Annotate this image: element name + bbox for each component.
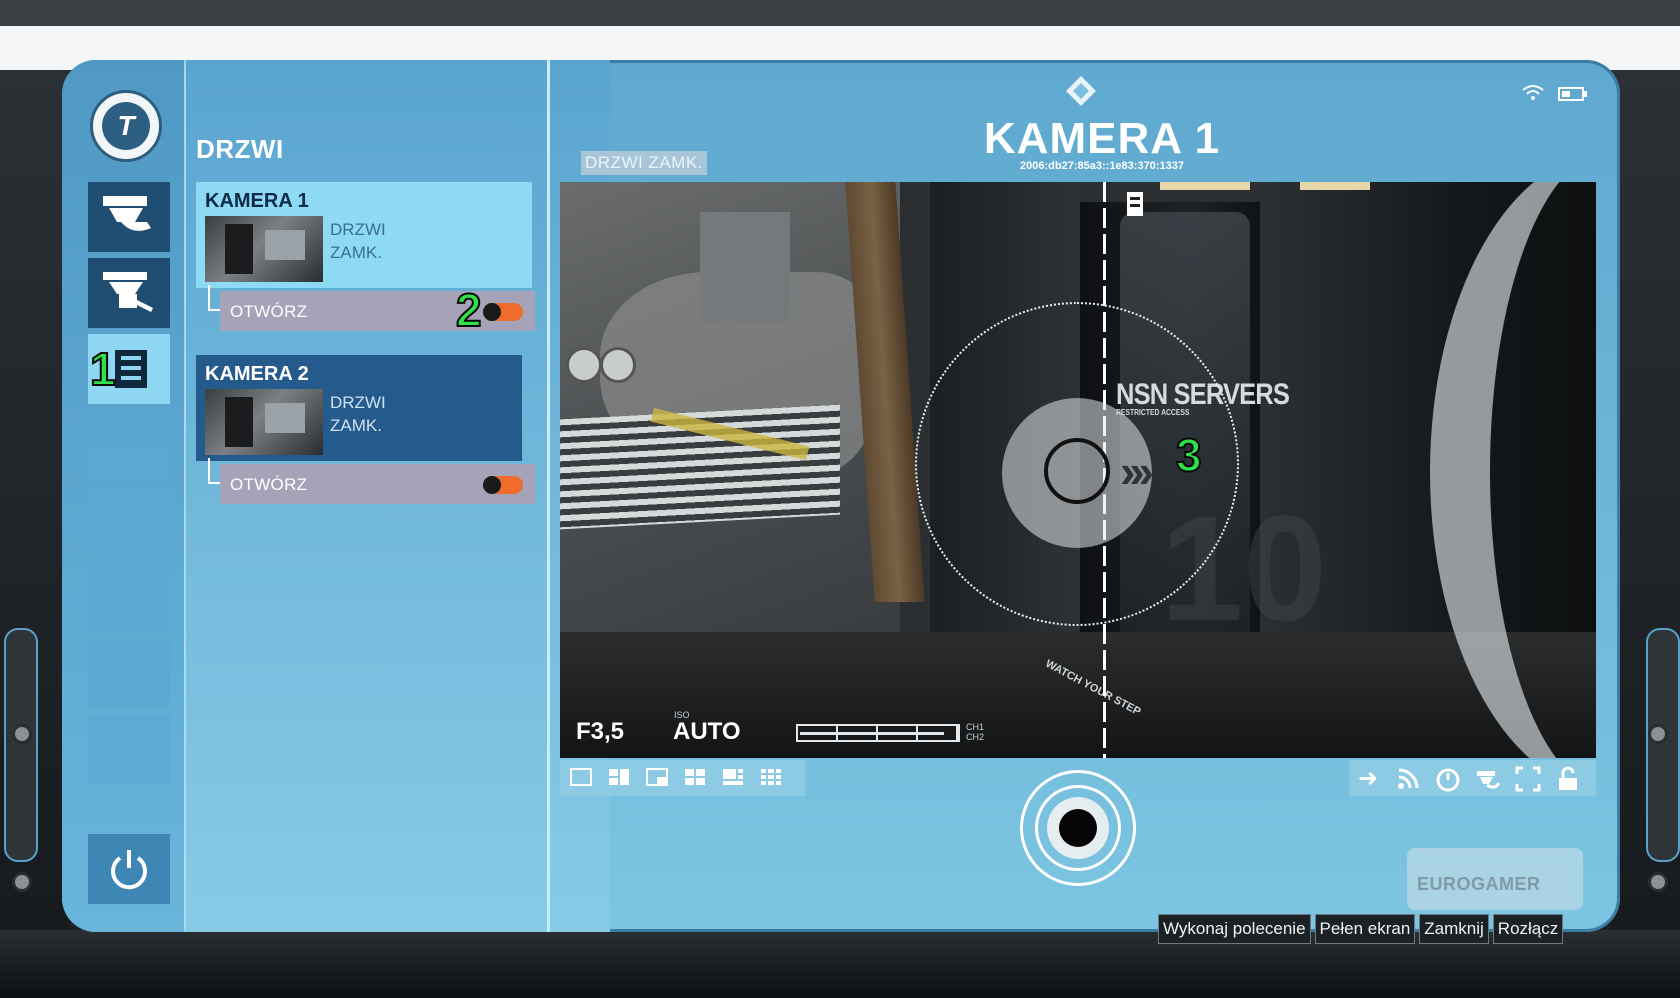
- lock-icon[interactable]: [1555, 766, 1581, 792]
- timer-icon[interactable]: [1435, 766, 1461, 792]
- door-open-row-2: OTWÓRZ: [208, 458, 535, 504]
- door-status-tag: DRZWI ZAMK.: [581, 151, 707, 175]
- layout-2-icon[interactable]: [608, 768, 630, 786]
- capture-button[interactable]: [1020, 770, 1136, 886]
- camera-thumbnail: [205, 216, 323, 282]
- door-open-label: OTWÓRZ: [230, 475, 308, 494]
- camera-card-1[interactable]: KAMERA 1 DRZWI ZAMK.: [196, 182, 532, 288]
- door-open-label: OTWÓRZ: [230, 302, 308, 321]
- background-top: [0, 0, 1680, 26]
- tf-logo-icon: T: [90, 90, 162, 162]
- watermark: EUROGAMER: [1407, 848, 1583, 910]
- screw-icon: [1648, 724, 1668, 744]
- rss-icon[interactable]: [1395, 766, 1421, 792]
- camera-card-2[interactable]: KAMERA 2 DRZWI ZAMK.: [196, 355, 522, 461]
- camera-icon: [103, 196, 151, 231]
- camera-rotate-icon[interactable]: [1475, 766, 1501, 792]
- disconnect-button[interactable]: Rozłącz: [1492, 914, 1564, 944]
- sidebar-item-empty[interactable]: [88, 714, 170, 784]
- diamond-logo-icon: [1066, 76, 1096, 106]
- camera-actions-toolbar: ➜: [1349, 760, 1596, 796]
- divider: [547, 60, 550, 932]
- sidebar-item-camera[interactable]: [88, 182, 170, 252]
- door-open-row-1: OTWÓRZ 2: [208, 283, 535, 337]
- door-icon: [1127, 192, 1143, 216]
- command-bar: Wykonaj polecenie Pełen ekran Zamknij Ro…: [1158, 914, 1564, 944]
- camera-pan-icon: [103, 272, 153, 312]
- camera-address: 2006:db27:85a3::1e83:370:1337: [1020, 160, 1184, 172]
- camera-name: KAMERA 2: [205, 363, 309, 385]
- chevrons-icon: ›››: [1120, 445, 1154, 497]
- channel-labels: CH1 CH2: [966, 722, 985, 742]
- sidebar-item-empty[interactable]: [88, 562, 170, 632]
- audio-meter: [796, 724, 960, 742]
- power-icon: [111, 850, 147, 890]
- layout-toolbar: [560, 760, 805, 796]
- arrow-right-icon[interactable]: ➜: [1355, 766, 1381, 792]
- sidebar-item-camera-pan[interactable]: [88, 258, 170, 328]
- step-badge: 1: [89, 342, 117, 396]
- aperture-readout: F3,5: [576, 718, 625, 745]
- camera-terminal: T 1 DRZWI KAMERA 1 DRZWI ZAMK. OTWÓRZ 2 …: [62, 60, 1620, 932]
- layout-4-icon[interactable]: [684, 768, 706, 786]
- screw-icon: [1648, 872, 1668, 892]
- step-badge: 3: [1175, 428, 1203, 482]
- layout-3-icon[interactable]: [646, 768, 668, 786]
- mount-bracket-right: [1646, 628, 1680, 862]
- screw-icon: [12, 872, 32, 892]
- tree-connector: [208, 285, 220, 311]
- layout-6-icon[interactable]: [722, 768, 744, 786]
- fullscreen-button[interactable]: Pełen ekran: [1314, 914, 1416, 944]
- mount-bracket-left: [4, 628, 38, 862]
- tree-connector: [208, 458, 220, 484]
- screw-icon: [12, 724, 32, 744]
- layout-1x1-icon[interactable]: [570, 768, 592, 786]
- panel-title: DRZWI: [196, 134, 284, 164]
- camera-thumbnail: [205, 389, 323, 455]
- camera-feed[interactable]: 10 NSN SERVERS RESTRICTED ACCESS WATCH Y…: [560, 182, 1596, 758]
- sidebar-item-empty[interactable]: [88, 486, 170, 556]
- camera-title: KAMERA 1: [983, 114, 1221, 163]
- sidebar-item-empty[interactable]: [88, 410, 170, 480]
- aim-reticle-inner: [1044, 438, 1110, 504]
- close-button[interactable]: Zamknij: [1419, 914, 1489, 944]
- fullscreen-icon[interactable]: [1515, 766, 1541, 792]
- door-open-toggle[interactable]: [483, 303, 523, 321]
- layout-9-icon[interactable]: [760, 768, 782, 786]
- door-status: DRZWI ZAMK.: [330, 393, 386, 435]
- battery-icon: [1558, 87, 1587, 101]
- power-button[interactable]: [88, 834, 170, 904]
- camera-name: KAMERA 1: [205, 190, 309, 212]
- step-badge: 2: [455, 283, 483, 337]
- door-status: DRZWI ZAMK.: [330, 220, 386, 262]
- iso-readout: AUTO: [673, 718, 741, 745]
- wifi-icon: [1522, 85, 1544, 100]
- sidebar-item-empty[interactable]: [88, 638, 170, 708]
- execute-command-button[interactable]: Wykonaj polecenie: [1158, 914, 1311, 944]
- sidebar-item-doors[interactable]: 1: [88, 334, 170, 404]
- door-open-toggle[interactable]: [483, 476, 523, 494]
